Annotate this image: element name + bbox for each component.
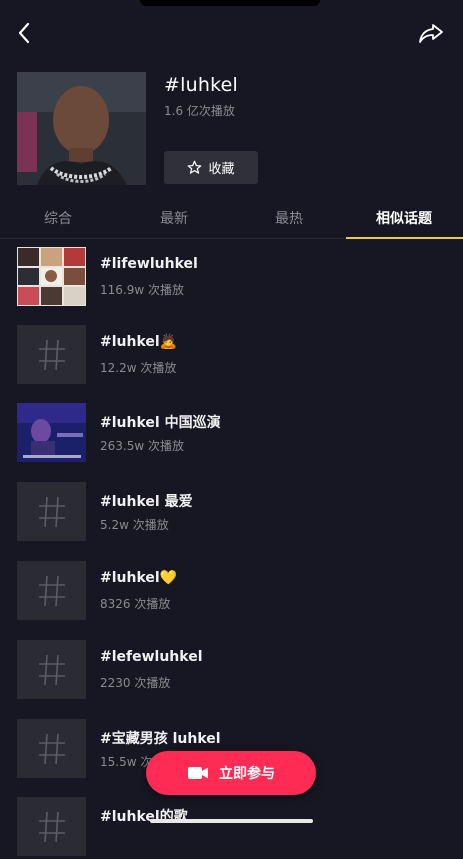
list-item[interactable]: #luhkel的歌: [17, 797, 447, 859]
topic-play-count: 263.5w 次播放: [100, 439, 184, 453]
hashtag-icon: [38, 496, 65, 527]
topic-thumbnail: [17, 482, 86, 541]
back-button[interactable]: [14, 20, 38, 46]
hashtag-icon: [38, 733, 65, 764]
favorite-button[interactable]: 收藏: [164, 151, 258, 184]
video-camera-icon: [188, 767, 208, 779]
list-item[interactable]: #luhkel 中国巡演 263.5w 次播放: [17, 403, 447, 465]
tab-similar-topics[interactable]: 相似话题: [346, 208, 462, 228]
hashtag-icon: [38, 575, 65, 606]
list-item[interactable]: #lifewluhkel 116.9w 次播放: [17, 247, 447, 309]
topic-title: #luhkel💛: [100, 570, 178, 586]
list-item[interactable]: #luhkel 最爱 5.2w 次播放: [17, 482, 447, 544]
top-bar: [0, 18, 463, 48]
topic-play-count: 5.2w 次播放: [100, 518, 169, 532]
device-notch: [140, 0, 320, 6]
topic-title: #lefewluhkel: [100, 649, 203, 665]
star-outline-icon: [188, 160, 202, 174]
tab-bar: 综合 最新 最热 相似话题: [0, 202, 463, 239]
topic-thumbnail: [17, 403, 86, 462]
hashtag-icon: [38, 811, 65, 842]
share-arrow-icon: [419, 24, 443, 43]
topic-title: #luhkel的歌: [100, 809, 188, 825]
share-button[interactable]: [417, 20, 445, 46]
topic-thumbnail: [17, 247, 86, 306]
topic-cover-image: [17, 72, 146, 185]
join-now-button[interactable]: 立即参与: [146, 751, 316, 795]
topic-play-count: 12.2w 次播放: [100, 361, 177, 375]
tab-overview[interactable]: 综合: [0, 208, 116, 228]
topic-thumbnail: [17, 719, 86, 778]
topic-header: #luhkel 1.6 亿次播放 收藏: [17, 72, 447, 187]
chevron-left-icon: [18, 22, 30, 44]
topic-thumbnail: [17, 640, 86, 699]
topic-play-count: 8326 次播放: [100, 597, 171, 611]
topic-play-count: 116.9w 次播放: [100, 283, 184, 297]
topic-title: #luhkel 中国巡演: [100, 415, 221, 431]
home-indicator: [150, 819, 313, 823]
tab-hottest[interactable]: 最热: [231, 208, 347, 228]
hashtag-icon: [38, 339, 65, 370]
topic-title: #luhkel🙇: [100, 334, 178, 350]
hashtag-icon: [38, 654, 65, 685]
favorite-button-label: 收藏: [208, 162, 235, 177]
list-item[interactable]: #lefewluhkel 2230 次播放: [17, 640, 447, 702]
topic-title: #lifewluhkel: [100, 256, 198, 272]
active-tab-indicator: [346, 237, 463, 239]
topic-title: #luhkel: [164, 74, 238, 96]
topic-play-count: 2230 次播放: [100, 676, 171, 690]
list-item[interactable]: #luhkel💛 8326 次播放: [17, 561, 447, 623]
tab-latest[interactable]: 最新: [116, 208, 232, 228]
topic-thumbnail: [17, 325, 86, 384]
topic-thumbnail: [17, 561, 86, 620]
topic-title: #luhkel 最爱: [100, 494, 193, 510]
topic-thumbnail: [17, 797, 86, 856]
join-now-label: 立即参与: [219, 766, 275, 782]
topic-title: #宝藏男孩 luhkel: [100, 731, 221, 747]
list-item[interactable]: #luhkel🙇 12.2w 次播放: [17, 325, 447, 387]
topic-play-count: 1.6 亿次播放: [164, 104, 235, 118]
